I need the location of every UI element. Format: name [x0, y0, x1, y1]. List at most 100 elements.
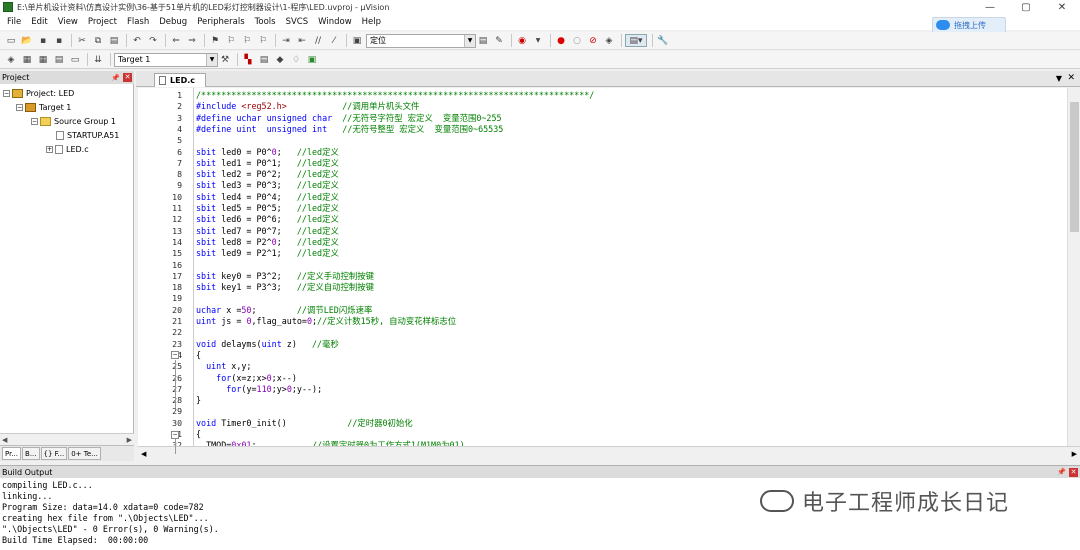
find-icon[interactable]: ▤: [476, 34, 490, 47]
chevron-down-icon[interactable]: ▼: [206, 53, 217, 66]
code-line[interactable]: sbit led4 = P0^4; //led定义: [196, 192, 339, 203]
tab-led-c[interactable]: LED.c: [154, 73, 206, 87]
fold-toggle-icon[interactable]: −: [171, 351, 179, 360]
code-line[interactable]: sbit led3 = P0^3; //led定义: [196, 180, 339, 191]
indent-icon[interactable]: ⇥: [279, 34, 293, 47]
expand-icon[interactable]: +: [46, 145, 53, 153]
menu-peripherals[interactable]: Peripherals: [192, 17, 249, 27]
editor-vscrollbar[interactable]: [1067, 88, 1080, 446]
undo-icon[interactable]: ↶: [130, 34, 144, 47]
code-line[interactable]: sbit led9 = P2^1; //led定义: [196, 248, 339, 259]
tab-list-icon[interactable]: ▼: [1056, 74, 1062, 83]
download-icon[interactable]: ⇊: [91, 53, 105, 66]
menu-debug[interactable]: Debug: [154, 17, 192, 27]
code-line[interactable]: #define uchar unsigned char //无符号字符型 宏定义…: [196, 113, 502, 124]
batch-build-icon[interactable]: ▤: [52, 53, 66, 66]
menu-flash[interactable]: Flash: [122, 17, 154, 27]
code-line[interactable]: sbit led0 = P0^0; //led定义: [196, 147, 339, 158]
save-all-icon[interactable]: ▪: [52, 34, 66, 47]
close-window-button[interactable]: ✕: [1044, 0, 1080, 14]
scroll-left-icon[interactable]: ◀: [141, 450, 146, 458]
cut-icon[interactable]: ✂: [75, 34, 89, 47]
code-editor[interactable]: /***************************************…: [193, 88, 1067, 446]
scroll-right-icon[interactable]: ▶: [127, 436, 132, 444]
stop-build-icon[interactable]: ▭: [68, 53, 82, 66]
collapse-icon[interactable]: −: [3, 89, 10, 97]
target-options-icon[interactable]: ⚒: [218, 53, 232, 66]
breakpoint-icon[interactable]: ●: [554, 34, 568, 47]
code-line[interactable]: #include <reg52.h> //调用单片机头文件: [196, 101, 419, 112]
close-tab-icon[interactable]: ✕: [1067, 73, 1075, 83]
code-line[interactable]: {: [196, 429, 201, 440]
tree-item-led-c[interactable]: + LED.c: [46, 143, 89, 155]
clear-breakpoints-icon[interactable]: ⊘: [586, 34, 600, 47]
code-line[interactable]: sbit key1 = P3^3; //定义自动控制按键: [196, 282, 374, 293]
code-line[interactable]: sbit key0 = P3^2; //定义手动控制按键: [196, 271, 374, 282]
scroll-left-icon[interactable]: ◀: [2, 436, 7, 444]
file-extensions-icon[interactable]: ▤: [257, 53, 271, 66]
tree-item-startup[interactable]: STARTUP.A51: [56, 129, 119, 141]
manage-rte-icon[interactable]: ♢: [289, 53, 303, 66]
code-line[interactable]: sbit led7 = P0^7; //led定义: [196, 226, 339, 237]
code-line[interactable]: for(y=110;y>0;y--);: [196, 384, 322, 395]
menu-file[interactable]: File: [2, 17, 26, 27]
dropdown-arrow-icon[interactable]: ▼: [531, 34, 545, 47]
manage-components-icon[interactable]: ▚: [241, 53, 255, 66]
configure-icon[interactable]: 🔧: [656, 34, 670, 47]
incremental-find-icon[interactable]: ✎: [492, 34, 506, 47]
tab-project[interactable]: Pr...: [2, 447, 22, 460]
code-line[interactable]: sbit led1 = P0^1; //led定义: [196, 158, 339, 169]
paste-icon[interactable]: ▤: [107, 34, 121, 47]
tab-templates[interactable]: 0+ Te...: [68, 447, 101, 460]
code-line[interactable]: {: [196, 350, 201, 361]
project-hscrollbar[interactable]: ◀ ▶: [0, 433, 134, 445]
target-select[interactable]: Target 1 ▼: [114, 52, 218, 67]
code-line[interactable]: /***************************************…: [196, 90, 594, 101]
code-line[interactable]: sbit led8 = P2^0; //led定义: [196, 237, 339, 248]
bookmark-icon[interactable]: ⚑: [208, 34, 222, 47]
code-line[interactable]: for(x=z;x>0;x--): [196, 373, 297, 384]
window-layout-icon[interactable]: ▤▾: [625, 34, 647, 47]
pack-installer-icon[interactable]: ▣: [305, 53, 319, 66]
code-line[interactable]: }: [196, 395, 201, 406]
tab-books[interactable]: B...: [22, 447, 40, 460]
menu-edit[interactable]: Edit: [26, 17, 52, 27]
tree-item-project[interactable]: − Project: LED: [3, 87, 74, 99]
comment-icon[interactable]: //: [311, 34, 325, 47]
kill-breakpoints-icon[interactable]: ◈: [602, 34, 616, 47]
find-combo[interactable]: 定位 ▼: [366, 33, 476, 48]
editor-hscrollbar[interactable]: ◀ ▶: [138, 446, 1080, 460]
code-line[interactable]: sbit led5 = P0^5; //led定义: [196, 203, 339, 214]
code-line[interactable]: #define uint unsigned int //无符号整型 宏定义 变量…: [196, 124, 503, 135]
find-in-files-icon[interactable]: ▣: [350, 34, 364, 47]
rebuild-icon[interactable]: ▦: [36, 53, 50, 66]
collapse-icon[interactable]: −: [16, 103, 23, 111]
menu-window[interactable]: Window: [313, 17, 357, 27]
copy-icon[interactable]: ⧉: [91, 34, 105, 47]
menu-svcs[interactable]: SVCS: [281, 17, 314, 27]
nav-forward-icon[interactable]: ⇒: [185, 34, 199, 47]
fold-toggle-icon[interactable]: −: [171, 430, 179, 439]
pin-icon[interactable]: 📌: [111, 74, 120, 82]
tree-item-source-group[interactable]: − Source Group 1: [31, 115, 116, 127]
scrollbar-thumb[interactable]: [1070, 102, 1079, 232]
upload-button[interactable]: 拖拽上传: [932, 17, 1006, 33]
next-bookmark-icon[interactable]: ⚐: [240, 34, 254, 47]
menu-project[interactable]: Project: [83, 17, 122, 27]
close-panel-icon[interactable]: ✕: [1069, 467, 1078, 477]
menu-help[interactable]: Help: [357, 17, 386, 27]
build-icon[interactable]: ▦: [20, 53, 34, 66]
code-line[interactable]: uint js = 0,flag_auto=0;//定义计数15秒, 自动变花样…: [196, 316, 456, 327]
new-file-icon[interactable]: ▭: [4, 34, 18, 47]
menu-tools[interactable]: Tools: [250, 17, 281, 27]
chevron-down-icon[interactable]: ▼: [464, 34, 475, 47]
clear-bookmarks-icon[interactable]: ⚐: [256, 34, 270, 47]
redo-icon[interactable]: ↷: [146, 34, 160, 47]
close-panel-icon[interactable]: ✕: [123, 73, 132, 82]
open-file-icon[interactable]: 📂: [20, 34, 34, 47]
collapse-icon[interactable]: −: [31, 117, 38, 125]
unindent-icon[interactable]: ⇤: [295, 34, 309, 47]
pin-icon[interactable]: 📌: [1057, 468, 1066, 476]
save-icon[interactable]: ▪: [36, 34, 50, 47]
scroll-right-icon[interactable]: ▶: [1072, 450, 1077, 458]
